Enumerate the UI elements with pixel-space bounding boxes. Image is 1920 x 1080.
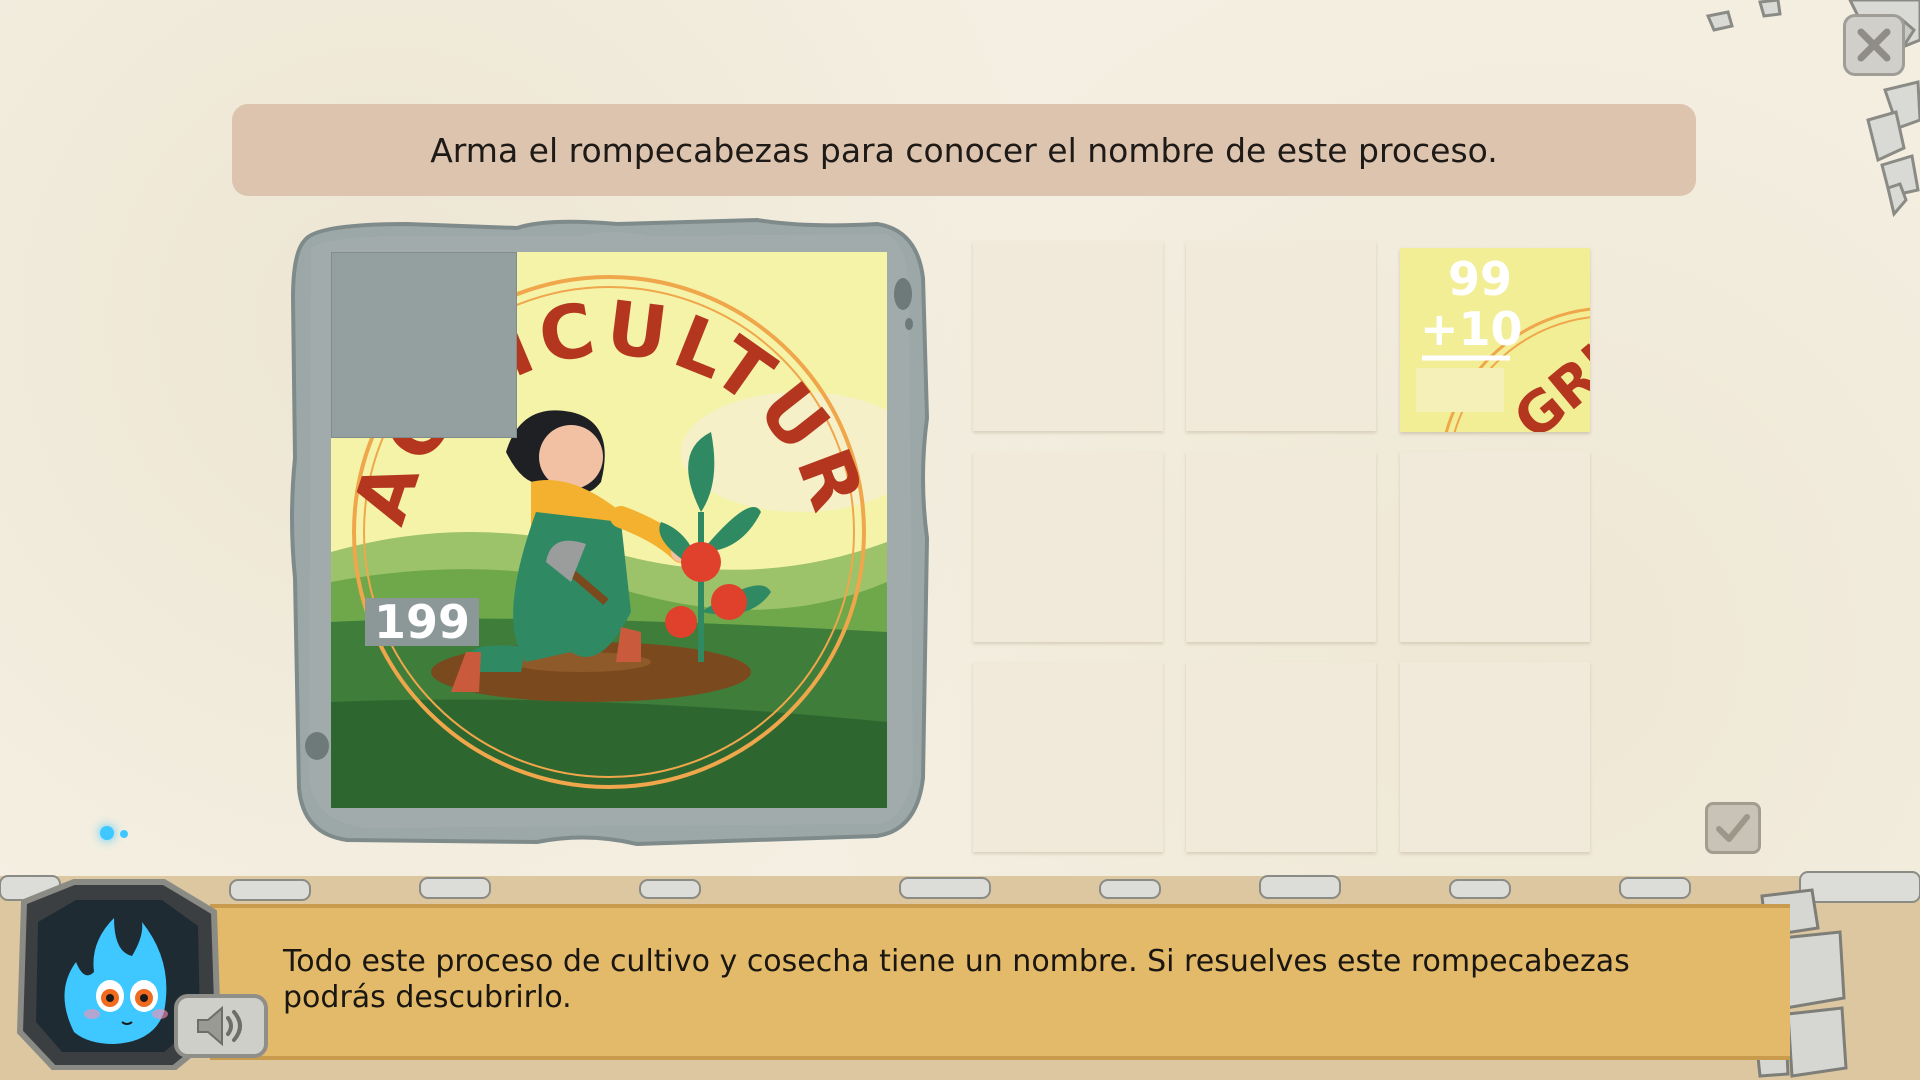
puzzle-piece-placed-r1-c3[interactable]: 99 +10 GRI <box>1400 248 1590 432</box>
piece-operand-top: 99 <box>1448 252 1513 306</box>
sound-button[interactable] <box>174 994 268 1058</box>
dialog-text: Todo este proceso de cultivo y cosecha t… <box>283 944 1630 1015</box>
close-button[interactable] <box>1843 14 1905 76</box>
missing-piece-number: 199 <box>365 595 479 649</box>
puzzle-slot-r2-c2[interactable] <box>1186 452 1376 642</box>
stone-wall-border <box>0 871 1920 903</box>
puzzle-slot-r1-c2[interactable] <box>1186 241 1376 431</box>
instruction-banner: Arma el rompecabezas para conocer el nom… <box>232 104 1696 196</box>
puzzle-slot-r2-c3[interactable] <box>1400 452 1590 642</box>
puzzle-slot-r3-c3[interactable] <box>1400 662 1590 852</box>
spark-particle <box>100 826 114 840</box>
speaker-icon <box>197 1006 242 1046</box>
puzzle-slot-r2-c1[interactable] <box>973 452 1163 642</box>
checkmark-icon <box>1716 814 1750 842</box>
check-button[interactable] <box>1705 802 1761 854</box>
puzzle-slot-r3-c1[interactable] <box>973 662 1163 852</box>
spark-particle <box>120 830 128 838</box>
puzzle-slot-r3-c2[interactable] <box>1186 662 1376 852</box>
puzzle-slot-r1-c1[interactable] <box>973 241 1163 431</box>
close-icon <box>1857 28 1891 62</box>
piece-operand-bottom: +10 <box>1420 302 1523 356</box>
missing-piece-slot <box>331 252 517 438</box>
reference-image-frame: AGRICULTURA 199 <box>287 218 931 846</box>
instruction-text: Arma el rompecabezas para conocer el nom… <box>430 130 1498 170</box>
